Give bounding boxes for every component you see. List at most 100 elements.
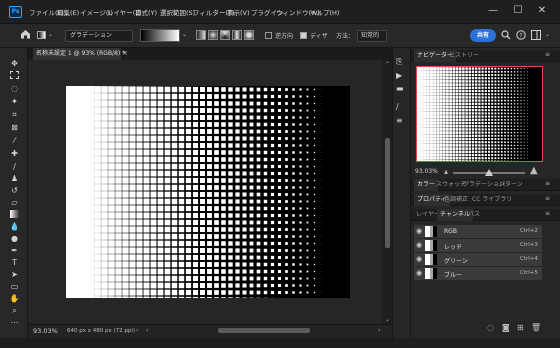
reverse-checkbox[interactable] [265,32,272,39]
menu-type[interactable]: 書式(Y) [135,7,157,17]
channel-name: レッド [444,244,463,251]
brush-panel-icon[interactable]: ∕ [396,102,399,111]
minimize-button[interactable]: — [486,5,500,16]
tab-paths[interactable]: パス [468,209,480,221]
zoom-out-icon[interactable]: ▴ [444,167,448,176]
menu-select[interactable]: 選択範囲(S) [160,7,195,17]
zoom-in-icon[interactable]: ▲ [530,165,538,176]
document-tab[interactable]: 名称未設定 1 @ 93% (RGB/8) * [33,48,125,60]
panel-menu-icon[interactable]: ≡ [545,195,550,202]
status-doc-size: 640 px x 480 px (72 ppi) [67,328,136,334]
horizontal-scroll-thumb[interactable] [218,328,310,333]
channel-thumbnail [425,254,437,265]
gradient-tool-icon[interactable] [9,209,20,220]
tab-patterns[interactable]: パターン [499,179,523,191]
more-tools-icon[interactable]: ⋯ [9,317,20,328]
scroll-up-icon[interactable]: ⌃ [385,61,390,68]
scroll-down-icon[interactable]: ⌄ [385,316,390,323]
crop-tool-icon[interactable]: ⌗ [9,109,20,120]
brush-tool-icon[interactable]: ∕ [9,161,20,172]
scroll-left-icon[interactable]: ‹ [146,327,148,334]
status-zoom[interactable]: 93.03% [33,327,58,335]
move-tool-icon[interactable]: ✥ [9,58,20,69]
stamp-tool-icon[interactable]: ♟ [9,173,20,184]
chevron-down-icon[interactable]: ⌄ [182,31,187,38]
visibility-eye-icon[interactable]: ◉ [416,255,422,263]
menu-help[interactable]: ヘルプ(H) [310,7,339,17]
gradient-type-select[interactable]: グラデーション [65,30,133,42]
method-label: 方法： [336,33,355,40]
workspace-icon[interactable] [531,30,541,42]
load-selection-icon[interactable]: ◌ [487,323,494,332]
tab-history[interactable]: ヒストリー [449,50,479,62]
gradient-preview[interactable] [140,29,180,42]
navigator-view-frame[interactable] [416,66,543,162]
tab-cc-libraries[interactable]: CC ライブラリ [472,194,512,206]
blur-tool-icon[interactable]: 💧 [9,221,20,232]
channel-name: RGB [444,228,457,235]
dither-checkbox[interactable] [300,32,307,39]
gradient-tool-icon[interactable] [37,31,46,39]
navigator-zoom-handle[interactable] [485,169,493,176]
eyedropper-tool-icon[interactable]: ⁄ [9,135,20,146]
navigator-zoom-value[interactable]: 93.03% [415,168,438,175]
maximize-button[interactable]: ☐ [511,5,525,16]
frame-tool-icon[interactable]: ⊠ [9,122,20,133]
lasso-tool-icon[interactable]: ◌ [9,83,20,94]
zoom-tool-icon[interactable]: ⌕ [9,305,20,316]
visibility-eye-icon[interactable]: ◉ [416,227,422,235]
magic-wand-tool-icon[interactable]: ✦ [9,96,20,107]
pen-tool-icon[interactable]: ✒ [9,245,20,256]
adjustments-panel-icon[interactable]: ≡ [396,116,403,125]
dodge-tool-icon[interactable]: ● [9,233,20,244]
angle-gradient-button[interactable] [220,30,230,40]
linear-gradient-button[interactable] [196,30,206,40]
tab-swatches[interactable]: スウォッチ [436,179,466,191]
share-button[interactable]: 共有 [470,29,496,42]
save-selection-icon[interactable]: ◙ [502,323,510,332]
channel-thumbnail [425,226,437,237]
history-brush-tool-icon[interactable]: ↺ [9,185,20,196]
svg-text:?: ? [519,32,522,39]
home-icon[interactable] [20,29,31,42]
actions-panel-icon[interactable]: ▶ [396,71,402,80]
marquee-tool-icon[interactable] [9,70,20,81]
new-channel-icon[interactable]: ⊞ [517,323,524,332]
radial-gradient-button[interactable] [208,30,218,40]
path-selection-tool-icon[interactable]: ➤ [9,269,20,280]
diamond-gradient-button[interactable] [244,30,254,40]
channel-thumbnail [425,240,437,251]
tab-color[interactable]: カラー [414,179,439,191]
comments-panel-icon[interactable]: ▬ [396,84,404,93]
close-tab-icon[interactable]: × [122,49,128,57]
type-tool-icon[interactable]: T [9,257,20,268]
channel-name: グリーン [444,258,468,265]
method-select[interactable]: 知覚的 [357,30,387,42]
visibility-eye-icon[interactable]: ◉ [416,241,422,249]
history-panel-icon[interactable]: ⎘ [396,57,402,67]
chevron-down-icon[interactable]: ⌄ [545,31,550,38]
tab-adjustments[interactable]: 色調補正 [444,194,468,206]
chevron-right-icon[interactable]: › [136,327,138,334]
close-button[interactable]: ✕ [535,5,549,16]
channel-shortcut: Ctrl+4 [520,256,538,262]
healing-brush-tool-icon[interactable]: ✚ [9,148,20,159]
chevron-down-icon[interactable]: ⌄ [48,31,53,38]
menu-view[interactable]: 表示(V) [227,7,250,17]
dither-label: ディザ [310,33,328,40]
eraser-tool-icon[interactable]: ▱ [9,197,20,208]
visibility-eye-icon[interactable]: ◉ [416,269,422,277]
delete-channel-icon[interactable]: 🗑 [531,323,541,332]
rectangle-tool-icon[interactable]: ▭ [9,281,20,292]
menu-edit[interactable]: 編集(E) [57,7,79,17]
panel-menu-icon[interactable]: ≡ [545,210,550,217]
vertical-scroll-thumb[interactable] [385,138,390,248]
scroll-right-icon[interactable]: › [378,327,380,334]
search-icon[interactable] [501,30,511,42]
reflected-gradient-button[interactable] [232,30,242,40]
help-icon[interactable]: ? [516,30,526,42]
channel-name: ブルー [444,272,463,279]
panel-menu-icon[interactable]: ≡ [545,51,550,58]
hand-tool-icon[interactable]: ✋ [9,293,20,304]
panel-menu-icon[interactable]: ≡ [545,180,550,187]
